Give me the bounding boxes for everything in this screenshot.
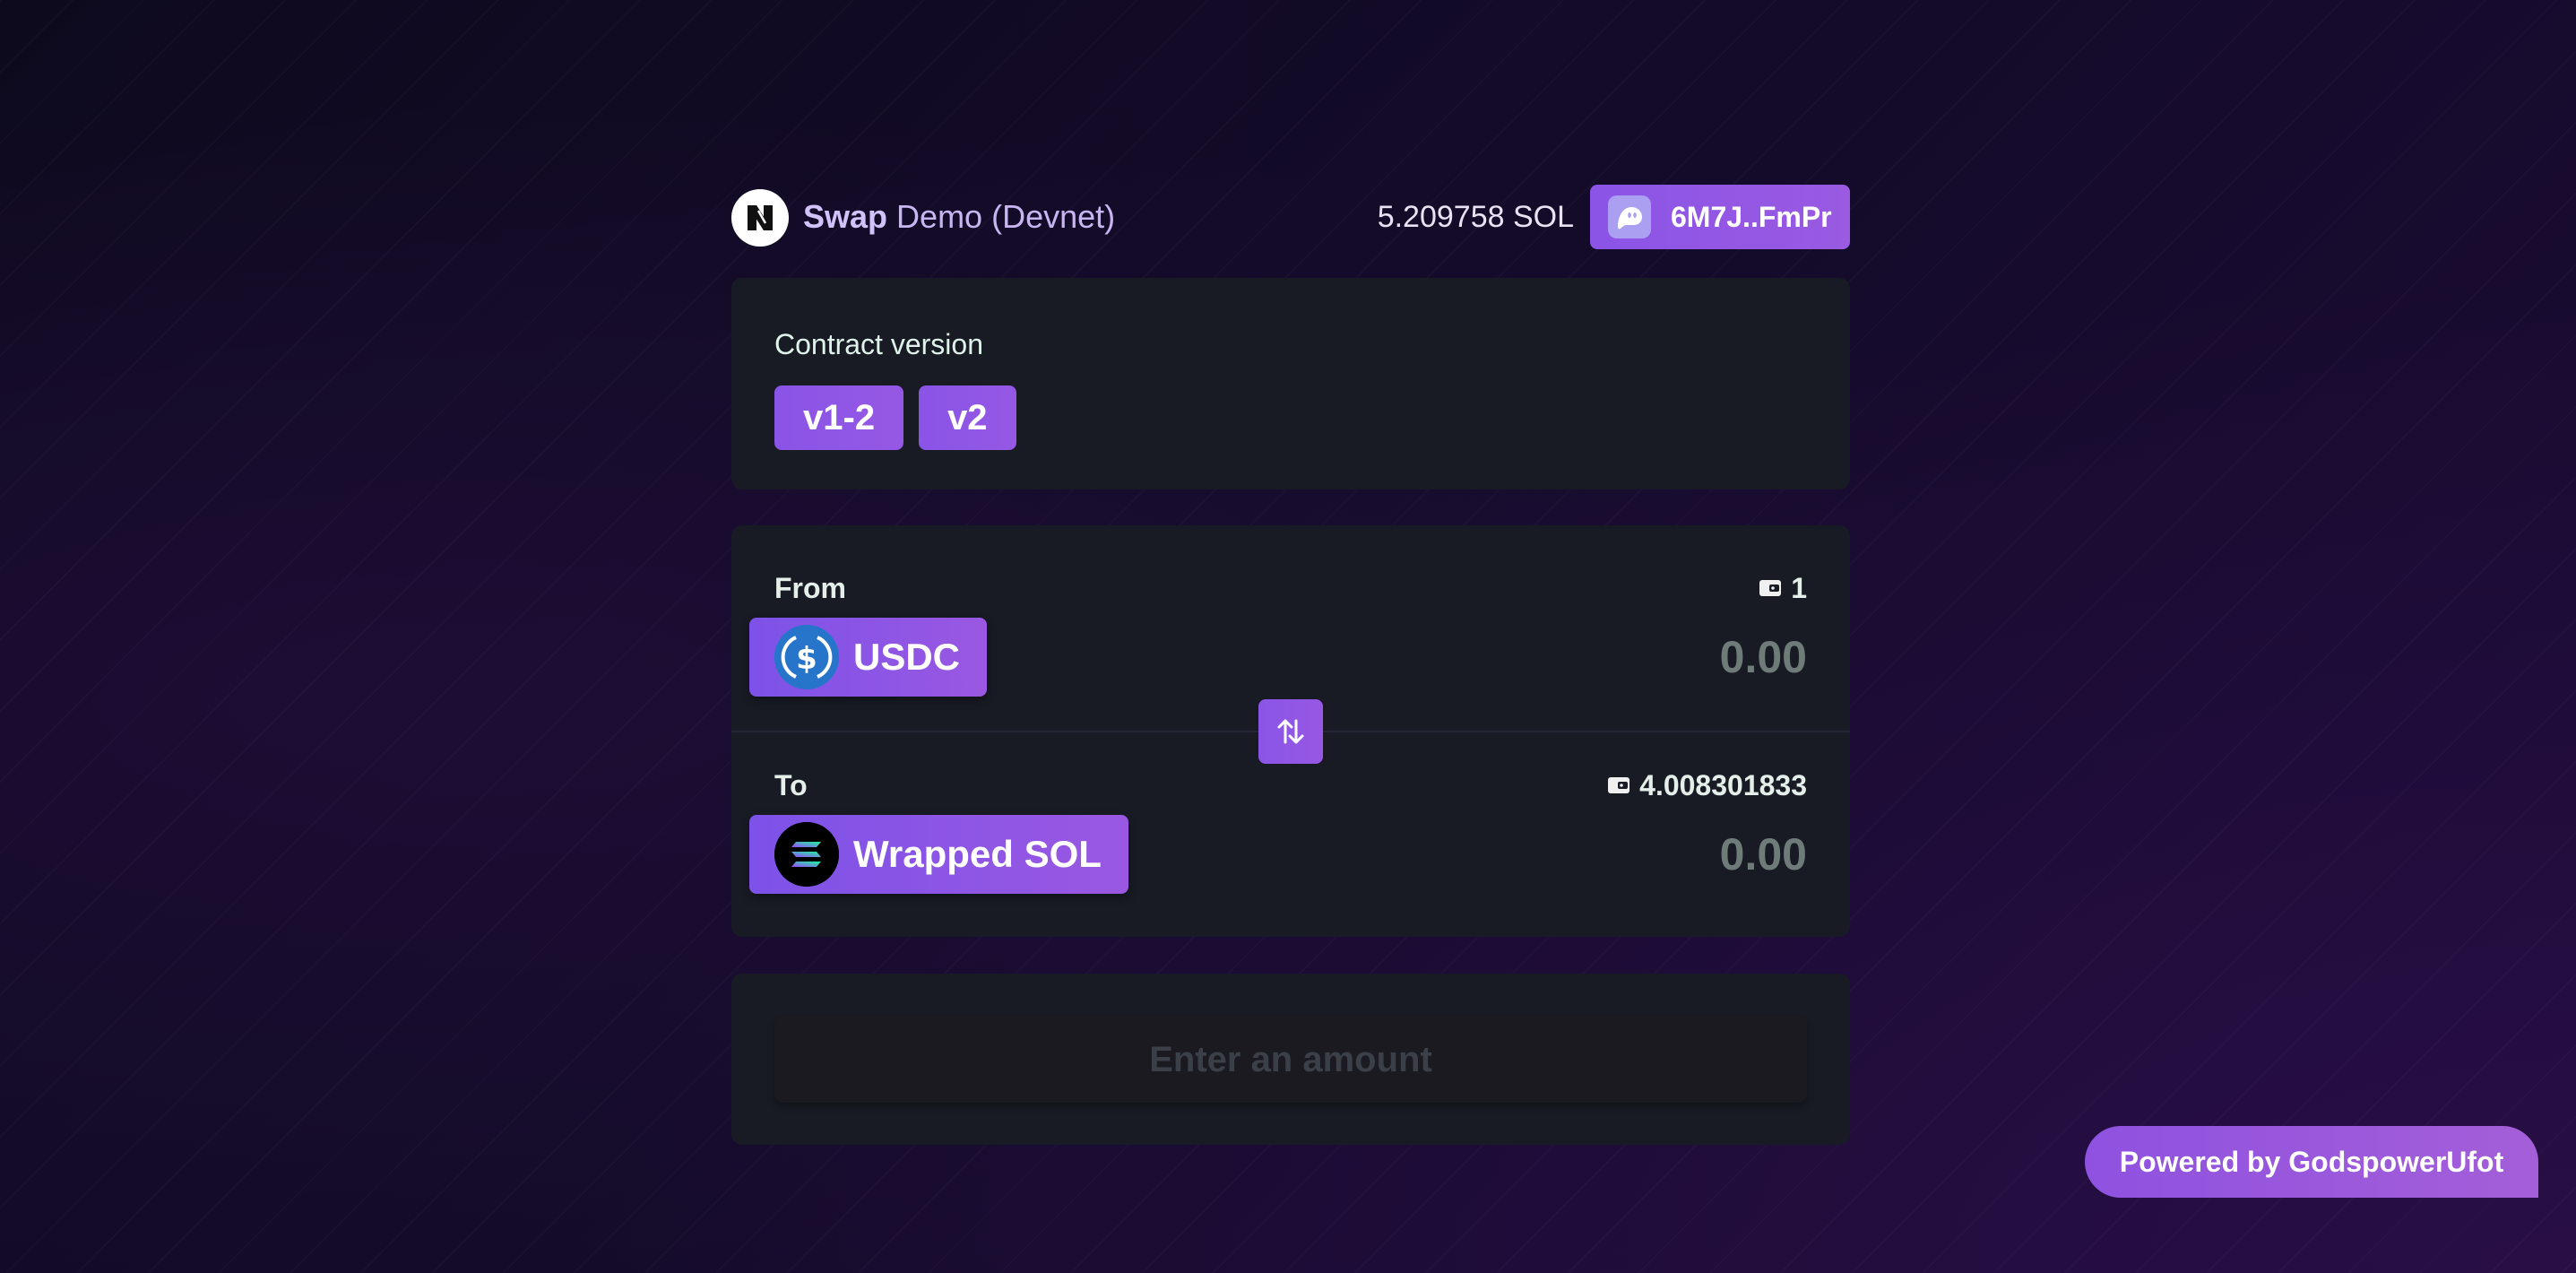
swap-card: From 1 $ USDC 0.00 To 4.008301833 Wrappe… bbox=[731, 525, 1850, 937]
app-title-rest: Demo (Devnet) bbox=[896, 198, 1116, 235]
from-balance-value: 1 bbox=[1791, 572, 1807, 604]
version-options: v1-2 v2 bbox=[774, 385, 1016, 450]
contract-version-label: Contract version bbox=[774, 328, 983, 360]
from-amount-input[interactable] bbox=[1448, 630, 1807, 684]
to-amount-input[interactable] bbox=[1448, 827, 1807, 881]
powered-by-badge[interactable]: Powered by GodspowerUfot bbox=[2085, 1126, 2538, 1198]
solana-logo-icon bbox=[774, 822, 839, 887]
phantom-ghost-icon bbox=[1608, 195, 1651, 238]
to-balance-value: 4.008301833 bbox=[1639, 769, 1807, 801]
app-logo-icon bbox=[731, 189, 789, 247]
action-card: Enter an amount bbox=[731, 974, 1850, 1145]
to-balance: 4.008301833 bbox=[1607, 767, 1807, 803]
to-token-name: Wrapped SOL bbox=[853, 833, 1102, 875]
from-balance: 1 bbox=[1759, 570, 1807, 606]
version-button-v2[interactable]: v2 bbox=[919, 385, 1016, 450]
svg-text:$: $ bbox=[796, 641, 817, 677]
sol-balance: 5.209758 SOL bbox=[1377, 200, 1574, 234]
app-title-bold: Swap bbox=[803, 198, 888, 235]
header: Swap Demo (Devnet) 5.209758 SOL 6M7J..Fm… bbox=[731, 185, 1850, 249]
to-token-button[interactable]: Wrapped SOL bbox=[749, 815, 1128, 894]
wallet-button[interactable]: 6M7J..FmPr bbox=[1590, 185, 1850, 249]
to-label: To bbox=[774, 769, 808, 801]
version-button-v1-2[interactable]: v1-2 bbox=[774, 385, 904, 450]
from-token-button[interactable]: $ USDC bbox=[749, 618, 988, 697]
enter-amount-button[interactable]: Enter an amount bbox=[774, 1017, 1807, 1103]
from-label: From bbox=[774, 572, 846, 604]
contract-version-card: Contract version v1-2 v2 bbox=[731, 278, 1850, 489]
swap-arrows-icon bbox=[1277, 719, 1304, 744]
swap-direction-button[interactable] bbox=[1258, 699, 1323, 764]
wallet-icon bbox=[1759, 580, 1782, 596]
app-title: Swap Demo (Devnet) bbox=[803, 197, 1115, 237]
swap-app: Swap Demo (Devnet) 5.209758 SOL 6M7J..Fm… bbox=[731, 185, 1850, 1145]
usdc-logo-icon: $ bbox=[774, 625, 839, 689]
wallet-icon bbox=[1608, 777, 1630, 793]
wallet-address: 6M7J..FmPr bbox=[1671, 200, 1832, 233]
from-token-name: USDC bbox=[853, 636, 961, 678]
